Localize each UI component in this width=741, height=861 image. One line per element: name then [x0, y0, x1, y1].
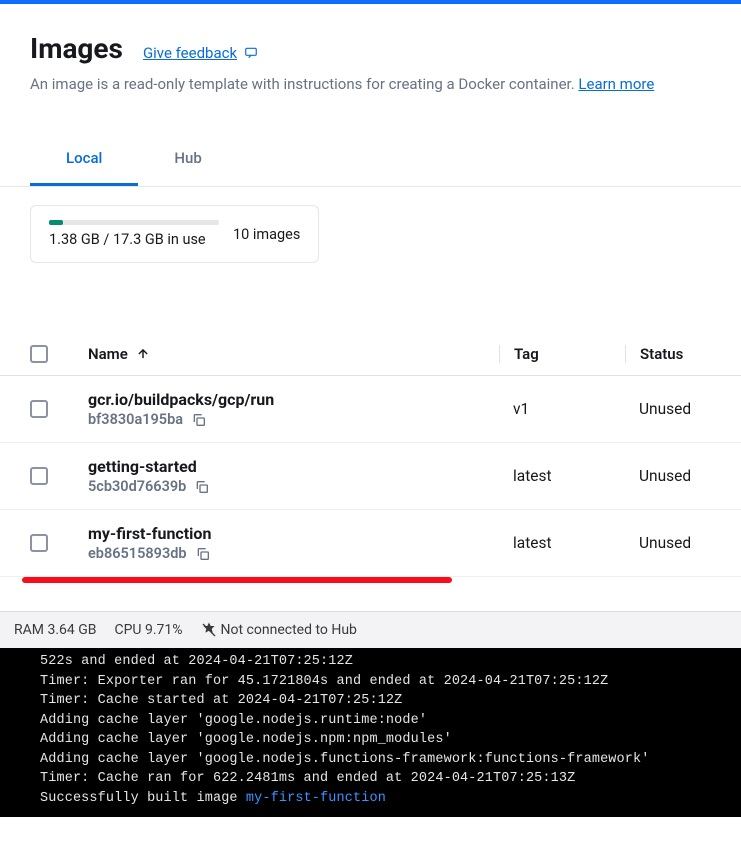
image-tag: latest — [499, 534, 625, 552]
terminal-line: Adding cache layer 'google.nodejs.runtim… — [10, 711, 741, 731]
column-header-tag[interactable]: Tag — [499, 345, 625, 363]
image-status: Unused — [625, 534, 711, 552]
image-name: my-first-function — [88, 524, 211, 543]
row-checkbox[interactable] — [30, 467, 48, 485]
select-all-checkbox[interactable] — [30, 345, 48, 363]
row-checkbox[interactable] — [30, 400, 48, 418]
copy-icon[interactable] — [195, 546, 211, 562]
learn-more-link[interactable]: Learn more — [578, 75, 654, 93]
column-header-status[interactable]: Status — [625, 345, 711, 363]
page-header: Images Give feedback An image is a read-… — [0, 4, 741, 109]
images-count: 10 images — [233, 226, 300, 243]
feedback-icon — [243, 46, 259, 60]
terminal-highlight: my-first-function — [246, 791, 386, 806]
table-row[interactable]: my-first-function eb86515893db latest Un… — [0, 510, 741, 577]
terminal-line: Timer: Exporter ran for 45.1721804s and … — [10, 672, 741, 692]
sort-ascending-icon — [136, 347, 150, 361]
terminal-line: Adding cache layer 'google.nodejs.functi… — [10, 750, 741, 770]
subtitle-text: An image is a read-only template with in… — [30, 75, 575, 93]
image-name: getting-started — [88, 457, 210, 476]
table-row[interactable]: gcr.io/buildpacks/gcp/run bf3830a195ba v… — [0, 376, 741, 443]
image-name: gcr.io/buildpacks/gcp/run — [88, 390, 274, 409]
terminal-output[interactable]: 522s and ended at 2024-04-21T07:25:12ZTi… — [0, 648, 741, 817]
storage-card: 1.38 GB / 17.3 GB in use 10 images — [30, 205, 319, 263]
ram-status[interactable]: RAM 3.64 GB — [14, 622, 96, 638]
terminal-success-prefix: Successfully built image — [40, 791, 246, 806]
disconnected-icon — [201, 622, 217, 638]
table-row[interactable]: getting-started 5cb30d76639b latest Unus… — [0, 443, 741, 510]
storage-bar — [49, 220, 219, 225]
terminal-line: 522s and ended at 2024-04-21T07:25:12Z — [10, 652, 741, 672]
image-hash: 5cb30d76639b — [88, 478, 186, 495]
copy-icon[interactable] — [191, 412, 207, 428]
hub-status-label: Not connected to Hub — [221, 622, 357, 638]
terminal-line: Timer: Cache ran for 622.2481ms and ende… — [10, 769, 741, 789]
image-hash: bf3830a195ba — [88, 411, 183, 428]
cpu-status[interactable]: CPU 9.71% — [114, 622, 182, 638]
copy-icon[interactable] — [194, 479, 210, 495]
terminal-line: Timer: Cache started at 2024-04-21T07:25… — [10, 691, 741, 711]
terminal-line: Successfully built image my-first-functi… — [10, 789, 741, 809]
image-tag: latest — [499, 467, 625, 485]
images-table: Name Tag Status gcr.io/buildpacks/gcp/ru… — [0, 333, 741, 577]
storage-bar-fill — [49, 220, 63, 225]
page-subtitle: An image is a read-only template with in… — [30, 75, 711, 93]
hub-status[interactable]: Not connected to Hub — [201, 622, 357, 638]
give-feedback-link[interactable]: Give feedback — [143, 44, 259, 62]
status-bar: RAM 3.64 GB CPU 9.71% Not connected to H… — [0, 611, 741, 648]
annotation-underline — [22, 577, 452, 583]
image-hash: eb86515893db — [88, 545, 187, 562]
image-status: Unused — [625, 400, 711, 418]
table-header-row: Name Tag Status — [0, 333, 741, 376]
image-tag: v1 — [499, 400, 625, 418]
header-name-label: Name — [88, 345, 128, 363]
terminal-line: Adding cache layer 'google.nodejs.npm:np… — [10, 730, 741, 750]
image-status: Unused — [625, 467, 711, 485]
column-header-name[interactable]: Name — [88, 345, 499, 363]
tab-hub[interactable]: Hub — [138, 133, 237, 186]
row-checkbox[interactable] — [30, 534, 48, 552]
storage-text: 1.38 GB / 17.3 GB in use — [49, 231, 219, 248]
page-title: Images — [30, 32, 123, 65]
tab-local[interactable]: Local — [30, 133, 138, 186]
feedback-label: Give feedback — [143, 44, 237, 62]
tabs-container: Local Hub — [0, 133, 741, 187]
